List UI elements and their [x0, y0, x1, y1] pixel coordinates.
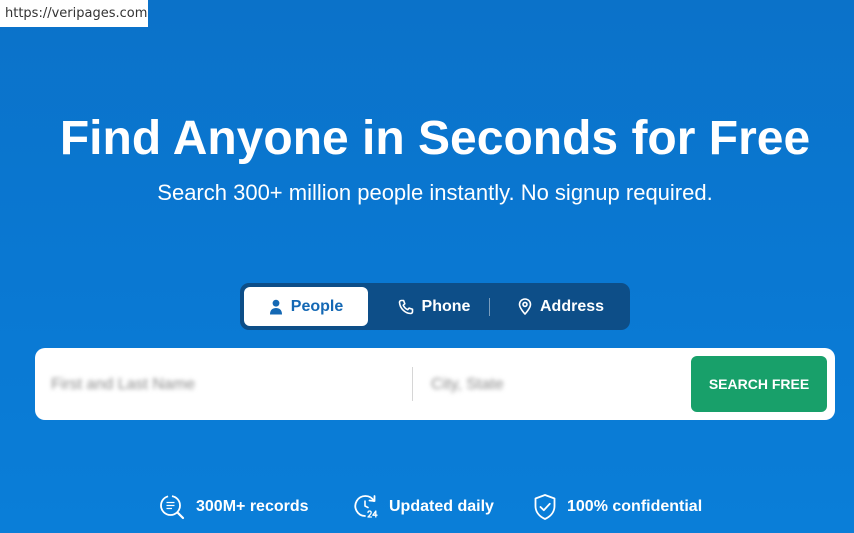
updated-24-icon: [353, 493, 379, 521]
feature-updated: Updated daily: [353, 491, 494, 523]
feature-confidential-label: 100% confidential: [567, 498, 703, 515]
name-input[interactable]: [49, 362, 413, 408]
feature-highlights: 300M+ records Updated daily 100% confide…: [0, 491, 854, 523]
feature-records: 300M+ records: [158, 491, 309, 523]
tab-address-label: Address: [539, 297, 605, 315]
phone-icon: [398, 299, 414, 315]
search-type-tabs: People Phone Address: [240, 283, 630, 330]
search-panel: SEARCH FREE: [35, 348, 835, 420]
feature-confidential: 100% confidential: [533, 491, 702, 523]
hero-title: Find Anyone in Seconds for Free: [59, 112, 811, 165]
tab-people[interactable]: People: [244, 287, 368, 326]
feature-updated-label: Updated daily: [389, 498, 494, 515]
shield-check-icon: [533, 493, 557, 521]
tab-people-label: People: [290, 297, 344, 315]
records-search-icon: [158, 493, 186, 521]
search-free-button[interactable]: SEARCH FREE: [691, 356, 827, 412]
location-pin-icon: [518, 298, 532, 315]
tab-divider: [489, 298, 490, 316]
field-divider: [412, 367, 413, 401]
url-text: https://veripages.com: [5, 6, 148, 21]
feature-records-label: 300M+ records: [196, 498, 309, 515]
hero-subtitle: Search 300+ million people instantly. No…: [157, 180, 713, 205]
tab-phone-label: Phone: [421, 297, 471, 315]
location-input[interactable]: [429, 362, 683, 408]
person-icon: [269, 299, 283, 315]
tab-address[interactable]: Address: [498, 287, 624, 326]
url-status-bar: https://veripages.com: [0, 0, 148, 27]
tab-phone[interactable]: Phone: [380, 287, 488, 326]
